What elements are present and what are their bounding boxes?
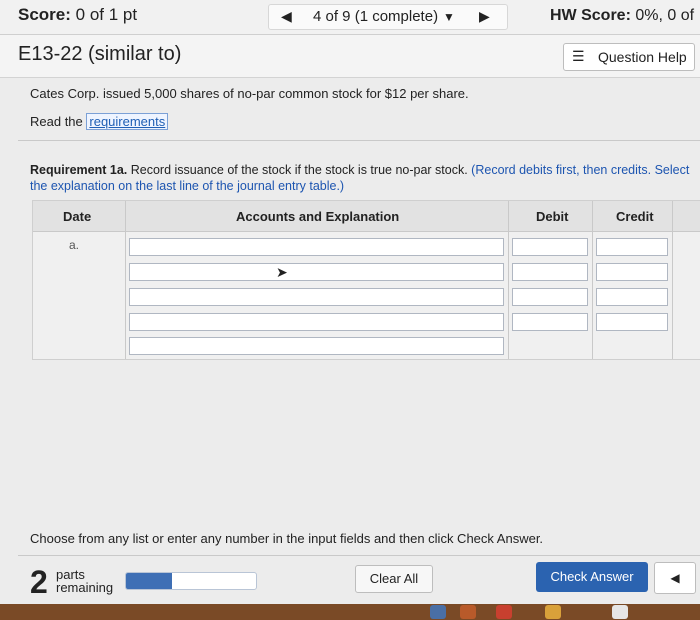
- requirements-link[interactable]: requirements: [86, 113, 169, 130]
- mouse-cursor-icon: ➤: [276, 264, 288, 280]
- account-column-header: Accounts and Explanation: [236, 209, 400, 224]
- question-navigator[interactable]: ◀ 4 of 9 (1 complete) ▼ ▶: [268, 4, 508, 30]
- debit-column-header: Debit: [536, 209, 569, 224]
- credit-input[interactable]: [596, 238, 668, 256]
- journal-entry-table: Date Accounts and Explanation Debit Cred…: [32, 200, 700, 360]
- title-bar: E13-22 (similar to) ☰ Question Help: [0, 35, 700, 78]
- divider: [18, 140, 700, 141]
- score-label: Score:: [18, 5, 71, 24]
- clear-all-button[interactable]: Clear All: [355, 565, 433, 593]
- requirement-text: Requirement 1a. Record issuance of the s…: [30, 162, 700, 194]
- account-input[interactable]: [129, 313, 504, 331]
- dock-app-icon[interactable]: [460, 605, 476, 619]
- credit-input[interactable]: [596, 263, 668, 281]
- back-arrow-icon: ◀: [670, 571, 680, 585]
- next-question-icon[interactable]: ▶: [479, 8, 490, 25]
- journal-header-row: Date Accounts and Explanation Debit Cred…: [33, 201, 700, 232]
- debit-input[interactable]: [512, 238, 588, 256]
- hw-score-value: 0%, 0 of: [635, 7, 695, 24]
- question-help-label: Question Help: [598, 49, 687, 65]
- column-divider: [125, 201, 126, 359]
- list-icon: ☰: [572, 48, 585, 64]
- exercise-title: E13-22 (similar to): [18, 43, 182, 65]
- column-divider: [508, 201, 509, 359]
- account-input[interactable]: [129, 238, 504, 256]
- progress-bar: [125, 572, 257, 590]
- read-requirements-prefix: Read the: [30, 114, 83, 129]
- account-input[interactable]: [129, 263, 504, 281]
- dock-calendar-icon[interactable]: [496, 605, 512, 619]
- os-dock: [0, 604, 700, 620]
- problem-statement: Cates Corp. issued 5,000 shares of no-pa…: [30, 86, 469, 101]
- back-button[interactable]: ◀: [654, 562, 696, 594]
- requirement-label: Requirement 1a.: [30, 163, 128, 177]
- parts-remaining-count: 2: [30, 564, 48, 600]
- instructions-text: Choose from any list or enter any number…: [30, 531, 544, 546]
- top-bar: Score: 0 of 1 pt ◀ 4 of 9 (1 complete) ▼…: [0, 0, 700, 35]
- entry-label: a.: [69, 238, 80, 252]
- explanation-input[interactable]: [129, 337, 504, 355]
- parts-remaining-label: parts remaining: [56, 568, 113, 594]
- dock-app-icon[interactable]: [430, 605, 446, 619]
- debit-input[interactable]: [512, 263, 588, 281]
- check-answer-button[interactable]: Check Answer: [536, 562, 648, 592]
- question-help-button[interactable]: ☰ Question Help: [563, 43, 695, 71]
- dock-app-icon[interactable]: [545, 605, 561, 619]
- date-column-header: Date: [63, 209, 92, 224]
- previous-question-icon[interactable]: ◀: [281, 8, 292, 25]
- dock-app-icon[interactable]: [612, 605, 628, 619]
- question-position[interactable]: 4 of 9 (1 complete): [313, 8, 438, 25]
- score-value: 0 of 1 pt: [75, 5, 138, 24]
- credit-input[interactable]: [596, 288, 668, 306]
- column-divider: [672, 201, 673, 359]
- question-dropdown-icon[interactable]: ▼: [443, 10, 455, 24]
- score-display: Score: 0 of 1 pt: [18, 5, 137, 25]
- progress-fill: [126, 573, 172, 589]
- divider: [18, 555, 700, 556]
- question-body: Cates Corp. issued 5,000 shares of no-pa…: [0, 78, 700, 620]
- requirement-body: Record issuance of the stock if the stoc…: [127, 163, 472, 177]
- account-input[interactable]: [129, 288, 504, 306]
- hw-score-label: HW Score:: [550, 7, 631, 24]
- debit-input[interactable]: [512, 313, 588, 331]
- credit-column-header: Credit: [616, 209, 654, 224]
- parts-label-line2: remaining: [56, 580, 114, 595]
- debit-input[interactable]: [512, 288, 588, 306]
- column-divider: [592, 201, 593, 359]
- credit-input[interactable]: [596, 313, 668, 331]
- read-requirements: Read the requirements: [30, 113, 169, 130]
- hw-score-display: HW Score: 0%, 0 of: [550, 7, 694, 25]
